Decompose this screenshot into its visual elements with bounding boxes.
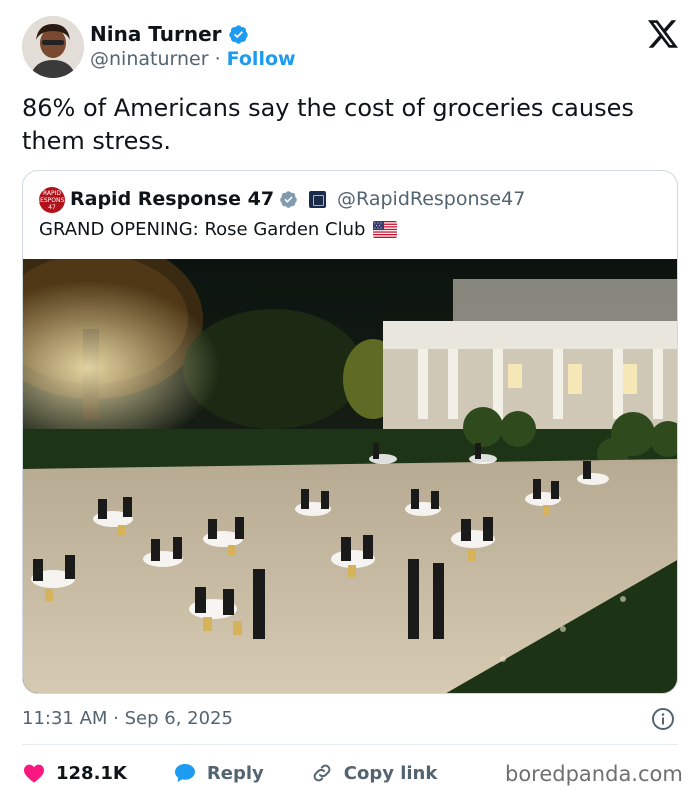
- separator-dot: ·: [214, 48, 221, 70]
- night-dinner-photo[interactable]: [23, 259, 678, 694]
- follow-button[interactable]: Follow: [227, 48, 296, 70]
- timestamp[interactable]: 11:31 AM · Sep 6, 2025: [22, 708, 233, 729]
- heart-icon: [24, 764, 44, 783]
- government-affiliation-icon: [309, 190, 327, 208]
- person-avatar-icon: [22, 16, 84, 78]
- quoted-author-name: Rapid Response 47: [70, 188, 275, 210]
- author-handle[interactable]: @ninaturner: [90, 48, 209, 70]
- quoted-tweet[interactable]: RAPID RESPONSE 47 Rapid Response 47 @Rap…: [22, 170, 678, 694]
- divider: [22, 744, 678, 745]
- reply-label: Reply: [206, 762, 264, 784]
- copy-link-label: Copy link: [343, 762, 438, 784]
- x-logo-icon[interactable]: [648, 20, 678, 48]
- us-flag-icon: [373, 221, 398, 238]
- quoted-author-handle: @RapidResponse47: [337, 188, 526, 210]
- author-handle-line: @ninaturner · Follow: [90, 48, 296, 70]
- reply-bubble-icon: [174, 764, 195, 782]
- info-icon[interactable]: [651, 707, 675, 731]
- like-count: 128.1K: [56, 762, 127, 784]
- quoted-avatar-text: RAPID RESPONSE 47: [35, 189, 69, 211]
- verified-badge-icon: [228, 24, 248, 44]
- link-icon: [313, 764, 331, 782]
- copy-link-button[interactable]: Copy link: [310, 761, 438, 785]
- boredpanda-watermark: boredpanda.com: [505, 762, 683, 786]
- tweet-text: 86% of Americans say the cost of groceri…: [22, 94, 634, 155]
- tweet-card: Nina Turner @ninaturner · Follow 86% of …: [0, 0, 700, 798]
- like-button[interactable]: 128.1K: [22, 761, 127, 785]
- quoted-author[interactable]: Rapid Response 47 @RapidResponse47: [70, 188, 525, 210]
- author-name-text: Nina Turner: [90, 22, 222, 46]
- quoted-text-line: GRAND OPENING: Rose Garden Club: [39, 219, 398, 240]
- gray-verified-badge-icon: [280, 190, 297, 208]
- reply-button[interactable]: Reply: [173, 761, 264, 785]
- action-bar: 128.1K Reply Copy link: [22, 758, 437, 788]
- author-avatar[interactable]: [22, 16, 84, 78]
- quoted-text: GRAND OPENING: Rose Garden Club: [39, 219, 366, 240]
- author-name[interactable]: Nina Turner: [90, 22, 249, 46]
- quoted-avatar[interactable]: RAPID RESPONSE 47: [35, 187, 69, 213]
